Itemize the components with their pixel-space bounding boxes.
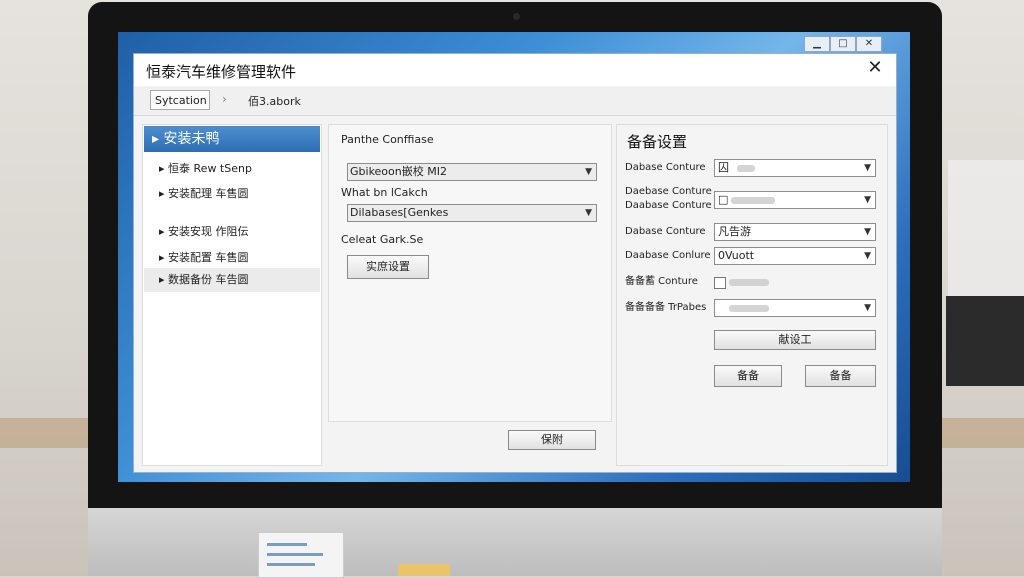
paper-line (267, 553, 323, 556)
settings-heading: 备备设置 (627, 133, 688, 151)
sidebar-header-label: 安装未鸭 (163, 131, 220, 147)
paper-line (267, 543, 307, 546)
title-bar: 恒泰汽车维修管理软件 ✕ (134, 54, 896, 86)
sidebar-item-5[interactable]: ▸ 数据备份 车告圆 (144, 268, 320, 292)
bullet-icon: ▸ (159, 225, 165, 238)
setting-label-4: Daabase Conlure (625, 250, 711, 261)
breadcrumb: Sytcation › 佰3.abork (134, 87, 896, 116)
blurred-value (729, 279, 769, 286)
breadcrumb-first[interactable]: Sytcation (150, 90, 210, 110)
select-value: Dilabases[Genkes (350, 206, 449, 219)
breadcrumb-separator-icon: › (222, 92, 227, 106)
setting-select-1[interactable]: 囚 ▼ (714, 159, 876, 177)
backup-button-right[interactable]: 备备 (805, 365, 876, 387)
sidebar-item-label: 安装配置 车售圆 (168, 251, 249, 264)
blurred-value (737, 165, 755, 172)
save-button[interactable]: 保附 (508, 430, 596, 450)
bullet-icon: ▸ (159, 251, 165, 264)
blurred-value (731, 197, 775, 204)
paper-line (267, 563, 315, 566)
app-title: 恒泰汽车维修管理软件 (146, 63, 297, 81)
chevron-down-icon: ▼ (864, 227, 871, 237)
sidebar-header[interactable]: ▸ 安装未鸭 (144, 126, 320, 152)
settings-panel: 备备设置 Dabase Conture 囚 ▼ Daebase Conture … (616, 124, 888, 466)
sidebar-item-4[interactable]: ▸ 安装配置 车售圆 (159, 249, 249, 265)
settings-button[interactable]: 实庶设置 (347, 255, 429, 279)
chevron-down-icon: ▼ (864, 251, 871, 261)
setting-select-4[interactable]: 0Vuott ▼ (714, 247, 876, 265)
sidebar-item-1[interactable]: ▸ 恒泰 Rew tSenp (159, 160, 252, 176)
middle-label-2: What bn lCakch (341, 186, 428, 199)
close-icon[interactable]: ✕ (864, 57, 886, 79)
sidebar-item-label: 安装配理 车售圆 (168, 187, 249, 200)
setting-checkbox[interactable] (714, 277, 726, 289)
maximize-button[interactable]: □ (830, 36, 856, 52)
bullet-icon: ▸ (159, 187, 165, 200)
backup-button-left[interactable]: 备备 (714, 365, 782, 387)
bullet-icon: ▸ (159, 273, 165, 286)
input-value: 凡告游 (718, 225, 751, 238)
setting-label-2: Daebase Conture Daabase Conture (625, 186, 712, 211)
setting-select-6[interactable]: ▼ (714, 299, 876, 317)
setting-label-6: 备备备备 TrPabes (625, 302, 707, 313)
middle-panel: Panthe Conffiase Gbikeoon嵌校 MI2 ▼ What b… (328, 124, 612, 422)
sidebar-item-label: 安装安现 作阻伝 (168, 225, 249, 238)
apply-settings-button[interactable]: 献设工 (714, 330, 876, 350)
breadcrumb-second[interactable]: 佰3.abork (248, 93, 301, 109)
database-select-1[interactable]: Gbikeoon嵌校 MI2 ▼ (347, 163, 597, 181)
database-select-2[interactable]: Dilabases[Genkes ▼ (347, 204, 597, 222)
middle-heading: Panthe Conffiase (341, 133, 434, 146)
select-value: 0Vuott (718, 249, 755, 262)
select-value: Gbikeoon嵌校 MI2 (350, 165, 447, 178)
chevron-down-icon: ▼ (864, 195, 871, 205)
sidebar-item-3[interactable]: ▸ 安装安现 作阻伝 (159, 223, 249, 239)
select-value: □ (718, 193, 729, 206)
setting-input-3[interactable]: 凡告游 ▼ (714, 223, 876, 241)
blurred-value (729, 305, 769, 312)
window-close-button[interactable]: ✕ (856, 36, 882, 52)
bullet-icon: ▸ (152, 131, 160, 147)
sidebar-item-2[interactable]: ▸ 安装配理 车售圆 (159, 185, 249, 201)
bullet-icon: ▸ (159, 162, 165, 175)
setting-select-2[interactable]: □ ▼ (714, 191, 876, 209)
monitor-chin (88, 508, 942, 576)
chevron-down-icon: ▼ (585, 208, 592, 218)
sidebar-item-label: 数据备份 车告圆 (168, 273, 249, 286)
sticky-note (398, 564, 450, 576)
setting-label-1: Dabase Conture (625, 162, 706, 173)
webcam-icon (513, 13, 520, 20)
middle-label-3: Celeat Gark.Se (341, 233, 424, 246)
background-monitor (946, 296, 1024, 386)
sidebar-item-label: 恒泰 Rew tSenp (168, 162, 252, 175)
chevron-down-icon: ▼ (864, 303, 871, 313)
select-value: 囚 (718, 161, 729, 174)
minimize-button[interactable]: ▁ (804, 36, 830, 52)
paper-card (258, 532, 344, 578)
setting-label-5: 备备蓄 Conture (625, 276, 698, 287)
background-window (948, 160, 1024, 300)
chevron-down-icon: ▼ (864, 163, 871, 173)
app-window: 恒泰汽车维修管理软件 ✕ Sytcation › 佰3.abork ▸ 安装未鸭… (134, 54, 896, 472)
sidebar: ▸ 安装未鸭 ▸ 恒泰 Rew tSenp ▸ 安装配理 车售圆 ▸ 安装安现 … (142, 124, 322, 466)
chevron-down-icon: ▼ (585, 167, 592, 177)
setting-label-3: Dabase Conture (625, 226, 706, 237)
